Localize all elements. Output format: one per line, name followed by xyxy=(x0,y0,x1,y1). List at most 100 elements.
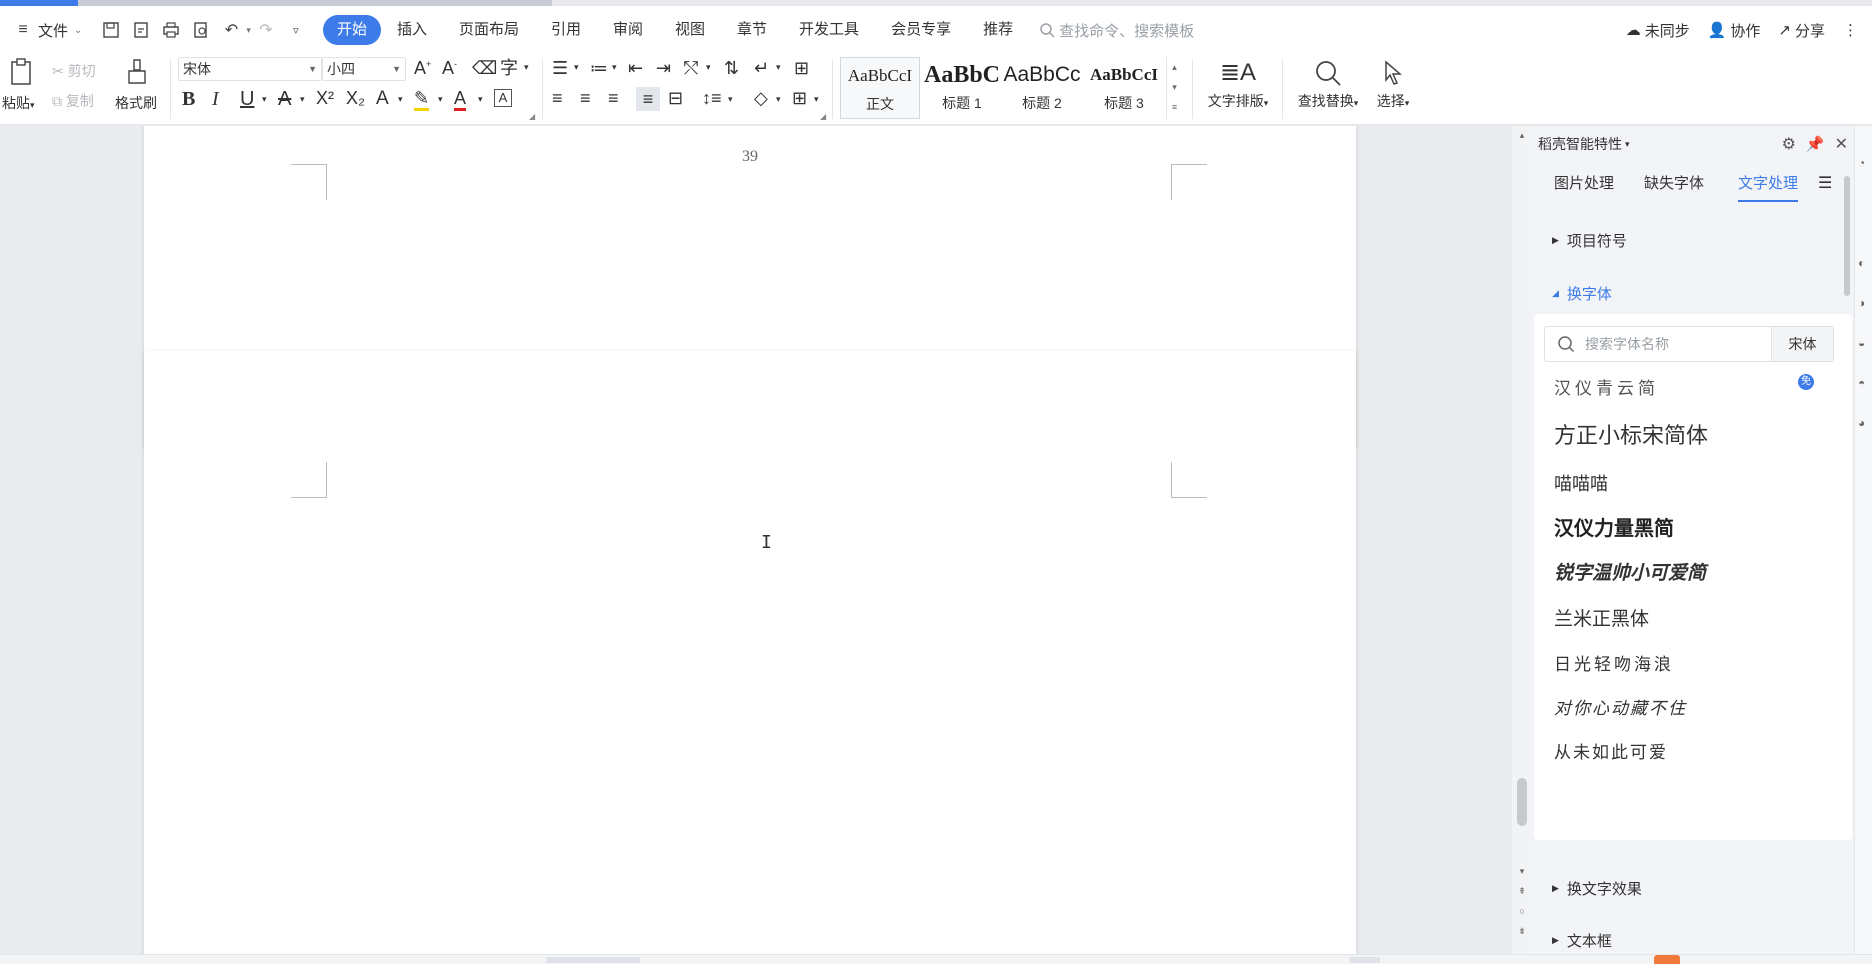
copy-button[interactable]: ⧉ 复制 xyxy=(52,91,94,111)
paragraph-dialog-launcher-icon[interactable]: ◢ xyxy=(820,113,826,121)
font-item[interactable]: 兰米正黑体 xyxy=(1554,604,1649,631)
scroll-down-icon[interactable]: ▾ xyxy=(1512,866,1532,877)
tab-view[interactable]: 视图 xyxy=(659,15,721,45)
font-item[interactable]: 对你心动藏不住 xyxy=(1554,694,1687,719)
style-heading-1[interactable]: AaBbC 标题 1 xyxy=(922,57,1002,119)
justify-icon[interactable]: ≡ xyxy=(636,87,660,111)
align-left-icon[interactable]: ≡ xyxy=(552,89,563,107)
grow-font-icon[interactable]: A+ xyxy=(414,59,431,77)
tab-stops-icon[interactable]: ⊞ xyxy=(794,59,809,77)
distribute-icon[interactable]: ⊟ xyxy=(668,89,683,107)
italic-icon[interactable]: I xyxy=(212,89,219,109)
tab-text-processing[interactable]: 文字处理 xyxy=(1738,168,1799,202)
bullet-dropdown-icon[interactable]: ▾ xyxy=(574,63,579,72)
document-page-current[interactable] xyxy=(144,351,1356,954)
chinese-layout-icon[interactable]: ⤲ xyxy=(684,59,698,77)
style-heading-3[interactable]: AaBbCcI 标题 3 xyxy=(1084,57,1164,119)
show-marks-dropdown-icon[interactable]: ▾ xyxy=(776,63,781,72)
sync-status-button[interactable]: ☁ 未同步 xyxy=(1626,20,1690,41)
borders-icon[interactable]: ⊞ xyxy=(792,89,807,107)
panel-menu-icon[interactable]: ☰ xyxy=(1818,168,1832,202)
shading-dropdown-icon[interactable]: ▾ xyxy=(776,95,781,104)
undo-dropdown-icon[interactable]: ▾ xyxy=(246,25,251,36)
font-item[interactable]: 汉仪力量黑简 xyxy=(1554,512,1674,541)
align-center-icon[interactable]: ≡ xyxy=(580,89,591,107)
numbered-dropdown-icon[interactable]: ▾ xyxy=(612,63,617,72)
previous-page-icon[interactable]: ⇞ xyxy=(1512,886,1532,897)
text-effect-dropdown-icon[interactable]: ▾ xyxy=(398,95,403,104)
collaborate-button[interactable]: 👤 协作 xyxy=(1708,20,1761,41)
format-painter-icon[interactable] xyxy=(124,57,150,90)
tab-section[interactable]: 章节 xyxy=(721,15,783,45)
format-painter-label[interactable]: 格式刷 xyxy=(115,93,157,113)
strikethrough-icon[interactable]: A xyxy=(278,89,291,109)
settings-gear-icon[interactable]: ⚙ xyxy=(1782,134,1796,154)
increase-indent-icon[interactable]: ⇥ xyxy=(656,59,671,77)
font-item[interactable]: 锐字温帅小可爱简 xyxy=(1554,558,1706,585)
chevron-down-icon[interactable]: ▾ xyxy=(1625,139,1630,150)
borders-dropdown-icon[interactable]: ▾ xyxy=(814,95,819,104)
char-border-icon[interactable]: A xyxy=(494,89,512,107)
undo-icon[interactable]: ↶ xyxy=(221,20,241,40)
section-change-font[interactable]: ◢ 换字体 xyxy=(1552,283,1612,304)
show-marks-icon[interactable]: ↵ xyxy=(754,59,769,77)
strikethrough-dropdown-icon[interactable]: ▾ xyxy=(300,95,305,104)
line-spacing-icon[interactable]: ↕≡ xyxy=(702,89,722,107)
select-button[interactable]: 选择▾ xyxy=(1368,55,1418,111)
font-item[interactable]: 方正小标宋简体 xyxy=(1554,418,1708,450)
side-tool-icon[interactable]: ◑ xyxy=(1858,296,1865,310)
tab-image-processing[interactable]: 图片处理 xyxy=(1554,168,1614,202)
style-normal[interactable]: AaBbCcI 正文 xyxy=(840,57,920,119)
font-item[interactable]: 汉仪青云简 xyxy=(1554,374,1659,399)
tab-page-layout[interactable]: 页面布局 xyxy=(443,15,535,45)
highlight-icon[interactable]: ✎ xyxy=(414,88,430,111)
shrink-font-icon[interactable]: A- xyxy=(442,59,457,77)
side-tool-icon[interactable]: ◕ xyxy=(1858,416,1865,430)
customize-toolbar-icon[interactable]: ▿ xyxy=(286,20,306,40)
paste-button[interactable]: 粘贴▾ xyxy=(2,93,35,113)
scroll-up-icon[interactable]: ▴ xyxy=(1512,130,1532,141)
sort-icon[interactable]: ⇅ xyxy=(724,59,739,77)
pin-icon[interactable]: 📌 xyxy=(1806,135,1825,153)
superscript-icon[interactable]: X² xyxy=(316,89,334,107)
text-layout-button[interactable]: ≣A 文字排版▾ xyxy=(1200,55,1276,111)
tab-recommend[interactable]: 推荐 xyxy=(967,15,1029,45)
side-tool-icon[interactable]: ◐ xyxy=(1858,256,1865,270)
find-replace-button[interactable]: 查找替换▾ xyxy=(1290,55,1366,111)
chevron-up-icon[interactable]: ▴ xyxy=(1167,57,1182,77)
highlight-dropdown-icon[interactable]: ▾ xyxy=(438,95,443,104)
underline-icon[interactable]: U xyxy=(240,89,254,109)
side-tool-icon[interactable]: ◔ xyxy=(1858,156,1865,170)
redo-icon[interactable]: ↷ xyxy=(256,20,276,40)
font-color-dropdown-icon[interactable]: ▾ xyxy=(478,95,483,104)
numbered-list-icon[interactable]: ≔ xyxy=(590,59,608,77)
export-pdf-icon[interactable] xyxy=(131,20,151,40)
phonetic-dropdown-icon[interactable]: ▾ xyxy=(524,63,529,72)
align-right-icon[interactable]: ≡ xyxy=(608,89,619,107)
status-item[interactable] xyxy=(546,957,640,963)
section-text-box[interactable]: ▶ 文本框 xyxy=(1552,930,1612,951)
subscript-icon[interactable]: X₂ xyxy=(346,89,365,107)
file-menu[interactable]: ≡ 文件 ⌄ xyxy=(8,20,82,41)
more-menu-button[interactable]: ⋮ xyxy=(1843,21,1858,39)
tab-home[interactable]: 开始 xyxy=(322,15,381,45)
tab-review[interactable]: 审阅 xyxy=(597,15,659,45)
style-heading-2[interactable]: AaBbCc 标题 2 xyxy=(1002,57,1082,119)
bold-icon[interactable]: B xyxy=(182,89,195,109)
clear-format-icon[interactable]: ⌫ xyxy=(472,59,497,77)
section-text-effects[interactable]: ▶ 换文字效果 xyxy=(1552,878,1642,899)
tab-missing-fonts[interactable]: 缺失字体 xyxy=(1644,168,1704,202)
tab-references[interactable]: 引用 xyxy=(535,15,597,45)
tab-developer[interactable]: 开发工具 xyxy=(783,15,875,45)
share-button[interactable]: ↗ 分享 xyxy=(1778,20,1825,41)
save-icon[interactable] xyxy=(101,20,121,40)
gallery-expand-icon[interactable]: ≡ xyxy=(1167,97,1182,117)
side-tool-icon[interactable]: ◒ xyxy=(1858,336,1865,350)
panel-title[interactable]: 稻壳智能特性 xyxy=(1538,134,1622,154)
style-gallery-scroller[interactable]: ▴ ▾ ≡ xyxy=(1166,57,1182,119)
print-preview-icon[interactable] xyxy=(191,20,211,40)
close-icon[interactable]: ✕ xyxy=(1835,134,1848,154)
font-item[interactable]: 喵喵喵 xyxy=(1554,470,1608,496)
status-item[interactable] xyxy=(1350,957,1380,963)
browse-object-icon[interactable]: ○ xyxy=(1512,906,1532,916)
